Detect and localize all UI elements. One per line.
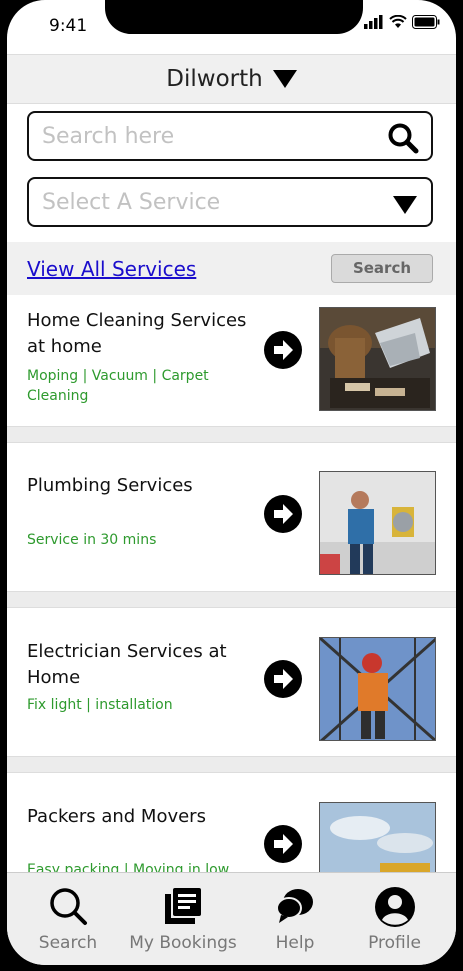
service-title: Home Cleaning Services at home: [27, 310, 247, 357]
service-card-electrician[interactable]: Electrician Services at Home Fix light |…: [7, 608, 456, 756]
card-separator: [7, 426, 456, 443]
chevron-down-icon: [393, 196, 417, 214]
service-subtitle: Service in 30 mins: [27, 532, 157, 548]
service-select[interactable]: Select A Service: [27, 177, 433, 227]
notch: [105, 0, 363, 34]
tab-my-bookings[interactable]: My Bookings: [120, 873, 246, 965]
arrow-right-icon[interactable]: [264, 331, 302, 369]
search-button[interactable]: Search: [331, 254, 433, 283]
packers-movers-image: [319, 802, 436, 873]
location-name: Dilworth: [166, 66, 263, 92]
tab-label: Profile: [368, 933, 421, 953]
battery-icon: [412, 15, 440, 29]
service-subtitle: Fix light | installation: [27, 697, 173, 713]
chat-icon: [276, 889, 313, 923]
bottom-tab-bar: Search My Bookings Help Profile: [7, 872, 456, 965]
search-input[interactable]: Search here: [27, 111, 433, 161]
search-placeholder: Search here: [42, 124, 175, 149]
bookings-icon: [165, 888, 201, 924]
status-icons: [364, 15, 440, 29]
tab-label: My Bookings: [129, 933, 237, 953]
location-selector[interactable]: Dilworth: [7, 54, 456, 104]
arrow-right-icon[interactable]: [264, 495, 302, 533]
tab-label: Search: [38, 933, 98, 953]
tab-help[interactable]: Help: [250, 873, 340, 965]
tab-label: Help: [275, 933, 315, 953]
tab-search[interactable]: Search: [20, 873, 116, 965]
search-icon[interactable]: [387, 122, 419, 154]
service-card-home-cleaning[interactable]: Home Cleaning Services at home Moping | …: [7, 296, 456, 426]
profile-icon: [374, 887, 415, 927]
tab-profile[interactable]: Profile: [347, 873, 442, 965]
card-separator: [7, 591, 456, 608]
arrow-right-icon[interactable]: [264, 660, 302, 698]
electrician-image: [319, 637, 436, 741]
status-time: 9:41: [49, 16, 88, 36]
service-title: Electrician Services at Home: [27, 641, 227, 688]
wifi-icon: [389, 15, 407, 28]
phone-screen: 9:41 Dilworth Search here Select A Servi…: [7, 0, 456, 965]
view-all-services-link[interactable]: View All Services: [27, 257, 196, 281]
arrow-right-icon[interactable]: [264, 825, 302, 863]
service-select-placeholder: Select A Service: [42, 190, 221, 215]
service-subtitle: Moping | Vacuum | Carpet Cleaning: [27, 368, 209, 404]
service-title: Packers and Movers: [27, 806, 206, 827]
plumbing-image: [319, 471, 436, 575]
card-separator: [7, 756, 456, 773]
actions-bar: View All Services Search: [7, 242, 456, 295]
home-cleaning-image: [319, 307, 436, 411]
service-card-plumbing[interactable]: Plumbing Services Service in 30 mins: [7, 443, 456, 591]
search-icon: [50, 888, 87, 925]
signal-icon: [364, 15, 383, 29]
service-title: Plumbing Services: [27, 475, 193, 496]
service-card-packers-movers[interactable]: Packers and Movers Easy packing | Moving…: [7, 773, 456, 873]
dropdown-triangle-icon: [272, 70, 297, 88]
